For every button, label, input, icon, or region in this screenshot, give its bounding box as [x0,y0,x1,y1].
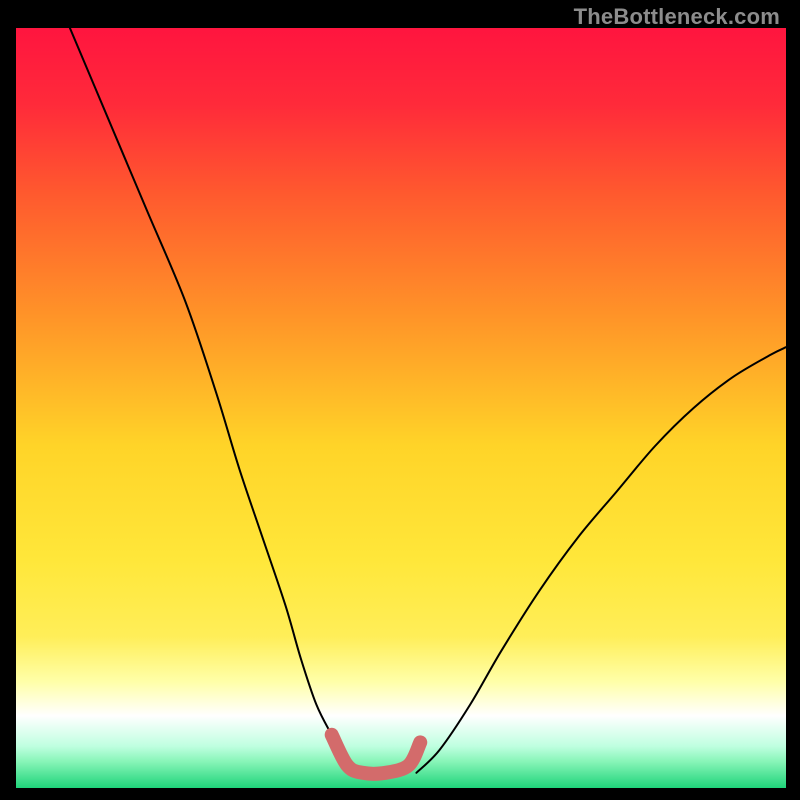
watermark-text: TheBottleneck.com [574,4,780,30]
chart-frame: TheBottleneck.com [0,0,800,800]
chart-plot [16,28,786,788]
gradient-background [16,28,786,788]
